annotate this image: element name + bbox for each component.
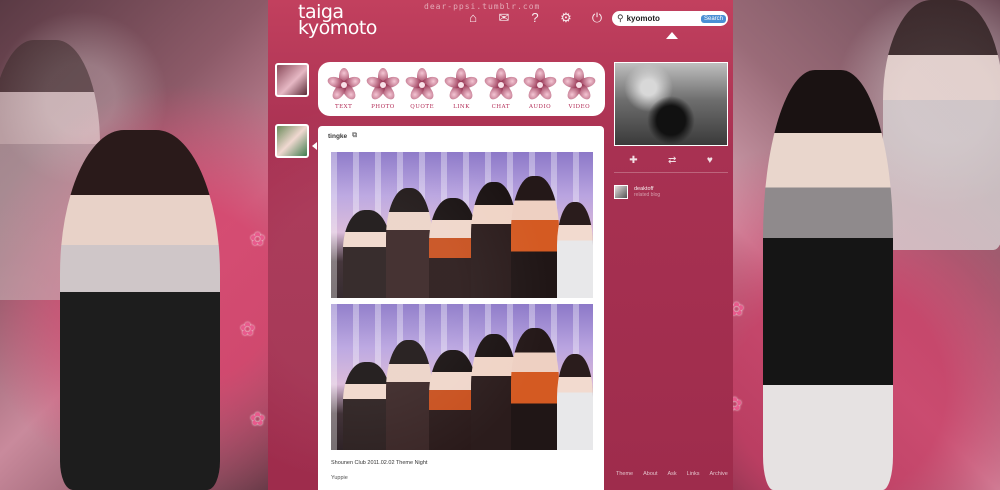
sidebar: ✚ ⇄ ♥ deaktoff related blog — [614, 62, 728, 199]
footer-link-links[interactable]: Links — [687, 471, 700, 477]
post-type-label: LINK — [453, 104, 470, 110]
sidebar-actions: ✚ ⇄ ♥ — [614, 154, 728, 166]
reblog-icon[interactable]: ⧉ — [352, 132, 357, 140]
post-author[interactable]: tingke — [328, 133, 347, 140]
post-type-label: VIDEO — [568, 104, 591, 110]
blossom-icon: ✿ — [733, 394, 743, 414]
post-type-text-button[interactable]: TEXT — [325, 68, 362, 110]
post-type-label: AUDIO — [528, 104, 552, 110]
search-icon: ⚲ — [617, 13, 624, 23]
background-figure — [883, 0, 1000, 250]
blog-title-line2: kyomoto — [298, 17, 377, 39]
footer-links: Theme About Ask Links Archive — [616, 471, 728, 477]
search-bar: ⚲ Search — [612, 11, 728, 26]
avatar[interactable] — [275, 63, 309, 97]
post-type-link-button[interactable]: LINK — [443, 68, 480, 110]
avatar — [614, 185, 628, 199]
up-arrow-icon[interactable] — [666, 32, 678, 39]
post: tingke ⧉ Shounen Club 2011.02.02 Theme N… — [318, 126, 604, 490]
footer-link-theme[interactable]: Theme — [616, 471, 633, 477]
mail-icon[interactable]: ✉ — [495, 10, 513, 26]
background-figure — [60, 130, 220, 490]
flower-icon — [443, 68, 480, 102]
flower-icon — [365, 68, 401, 102]
post-type-menu: TEXT PHOTO QUOTE LINK CHAT AUDIO VIDEO — [318, 62, 605, 116]
help-icon[interactable]: ? — [526, 10, 544, 26]
heart-icon[interactable]: ♥ — [707, 155, 713, 166]
follower-item[interactable]: deaktoff related blog — [614, 185, 728, 199]
search-input[interactable] — [626, 14, 691, 23]
post-tags[interactable]: Yuppie — [331, 475, 604, 481]
post-header: tingke ⧉ — [318, 126, 604, 146]
footer-link-about[interactable]: About — [643, 471, 657, 477]
post-type-video-button[interactable]: VIDEO — [561, 68, 598, 110]
follower-name: deaktoff related blog — [634, 186, 660, 198]
blossom-icon: ✿ — [250, 409, 266, 429]
flower-icon — [522, 68, 558, 102]
post-type-label: CHAT — [491, 104, 510, 110]
post-type-chat-button[interactable]: CHAT — [483, 68, 519, 110]
blog-title[interactable]: taiga kyomoto — [298, 3, 377, 39]
plus-icon[interactable]: ✚ — [629, 155, 637, 166]
top-navigation: ⌂ ✉ ? ⚙ ⏻ — [464, 10, 606, 26]
right-background-art: ✿ ✿ — [733, 0, 1000, 490]
left-background-art: ✿ ✿ ✿ — [0, 0, 268, 490]
flower-icon — [325, 68, 362, 102]
power-icon[interactable]: ⏻ — [588, 10, 606, 26]
post-type-photo-button[interactable]: PHOTO — [365, 68, 401, 110]
post-photo[interactable] — [331, 304, 593, 450]
post-type-quote-button[interactable]: QUOTE — [404, 68, 440, 110]
avatar[interactable] — [275, 124, 309, 158]
blossom-icon: ✿ — [250, 229, 266, 249]
background-figure — [763, 70, 893, 490]
home-icon[interactable]: ⌂ — [464, 10, 482, 26]
flower-icon — [561, 68, 598, 102]
settings-icon[interactable]: ⚙ — [557, 10, 575, 26]
footer-link-ask[interactable]: Ask — [668, 471, 677, 477]
flower-icon — [404, 68, 440, 102]
pointer-arrow-icon — [312, 142, 317, 150]
divider — [614, 172, 728, 173]
search-button[interactable]: Search — [700, 14, 726, 23]
blog-column: taiga kyomoto dear-ppsi.tumblr.com ⌂ ✉ ?… — [268, 0, 733, 490]
reblog-icon[interactable]: ⇄ — [668, 155, 676, 166]
blossom-icon: ✿ — [733, 299, 745, 319]
post-caption: Shounen Club 2011.02.02 Theme Night — [331, 460, 428, 466]
post-photo[interactable] — [331, 152, 593, 298]
post-type-audio-button[interactable]: AUDIO — [522, 68, 558, 110]
post-type-label: TEXT — [335, 104, 353, 110]
post-type-label: QUOTE — [410, 104, 435, 110]
flower-icon — [483, 68, 519, 102]
blossom-icon: ✿ — [240, 319, 256, 339]
post-type-label: PHOTO — [371, 104, 395, 110]
footer-link-archive[interactable]: Archive — [710, 471, 728, 477]
sidebar-photo[interactable] — [614, 62, 728, 146]
follower-subtitle: related blog — [634, 192, 661, 198]
